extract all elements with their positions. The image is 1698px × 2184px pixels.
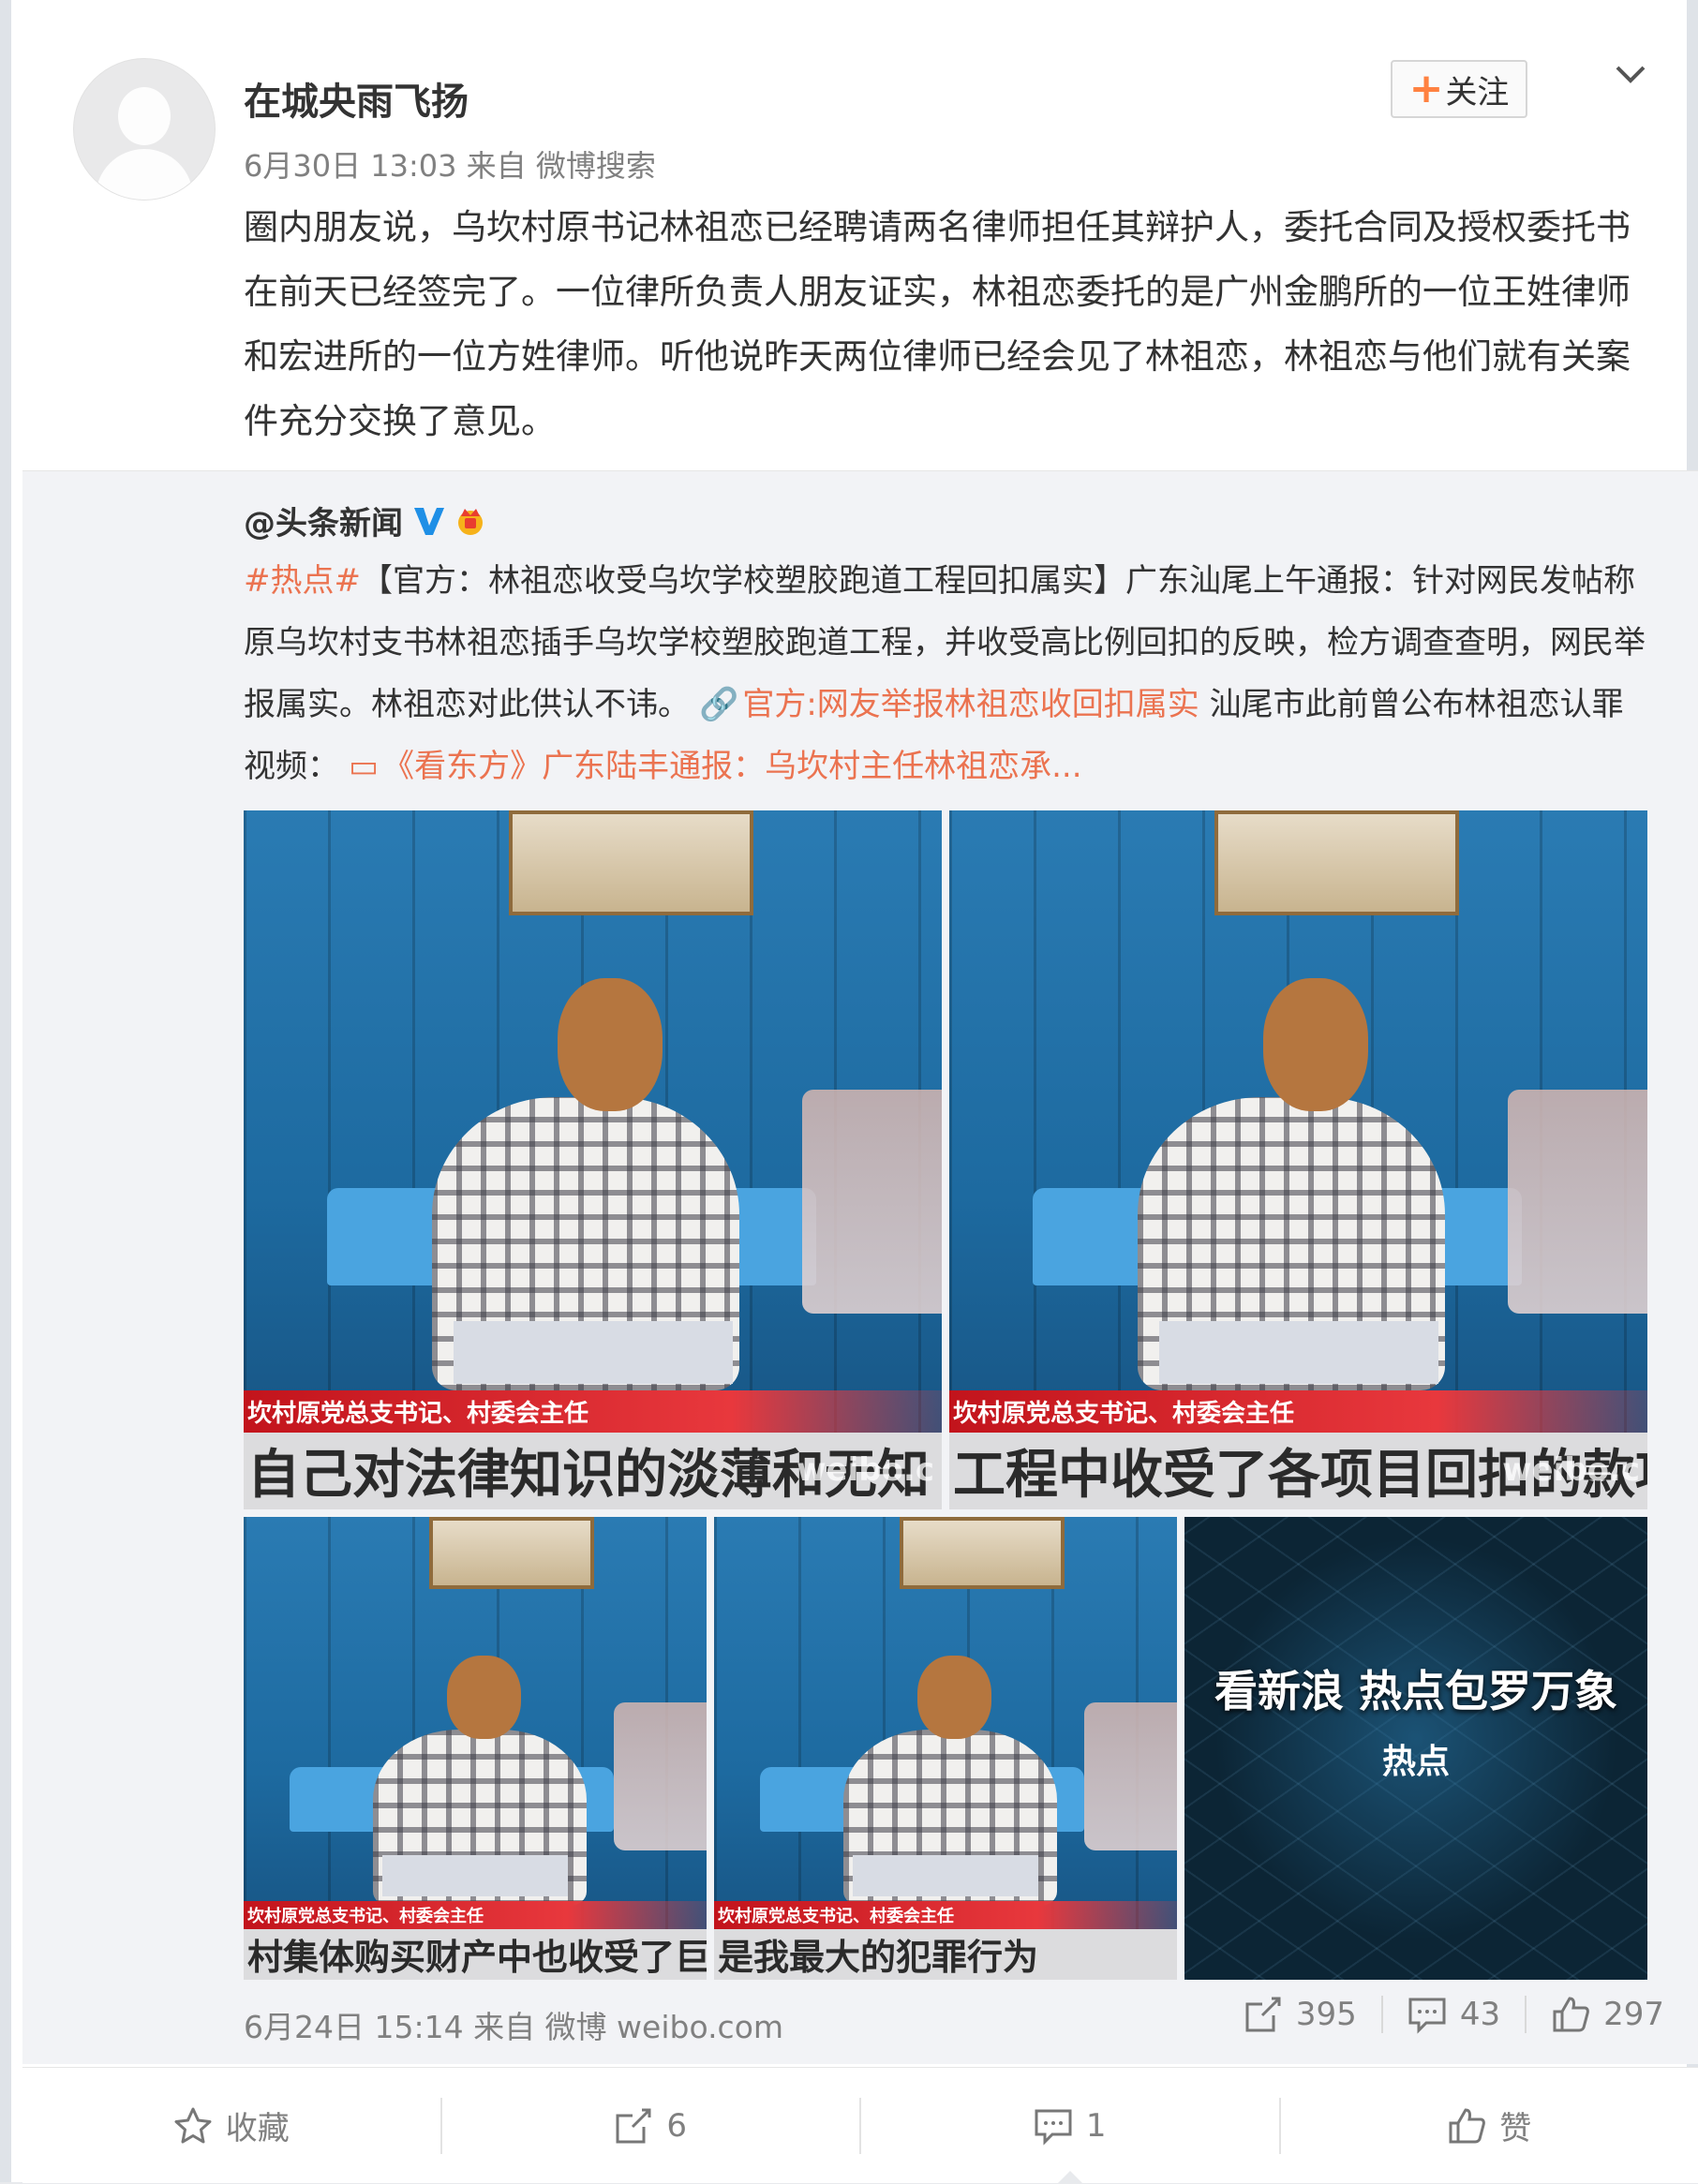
watermark: weibo.c (1502, 1451, 1640, 1489)
avatar[interactable] (73, 58, 216, 201)
weibo-post-card: 在城央雨飞扬 + 关注 6月30日 13:03 来自 微博搜索 圈内朋友说，乌坎… (0, 0, 1698, 2182)
comment-icon (1034, 2106, 1073, 2146)
star-icon (173, 2106, 213, 2146)
video-icon: ▭ (349, 748, 379, 785)
repost-stats: 395 43 297 (1219, 1995, 1664, 2034)
share-icon (1244, 1995, 1283, 2034)
plus-icon: + (1409, 68, 1444, 110)
comment-icon (1408, 1995, 1447, 2034)
verified-icon[interactable] (412, 505, 446, 537)
repost-count-button[interactable]: 395 (1219, 1995, 1381, 2034)
comment-count-button[interactable]: 43 (1383, 1995, 1525, 2034)
post-text: 圈内朋友说，乌坎村原书记林祖恋已经聘请两名律师担任其辩护人，委托合同及授权委托书… (244, 195, 1649, 453)
like-count: 297 (1603, 1996, 1664, 2033)
chevron-down-icon[interactable] (1612, 56, 1649, 94)
promo-headline: 看新浪 热点包罗万象 (1184, 1657, 1647, 1719)
favorite-button[interactable]: 收藏 (22, 2068, 440, 2183)
promo-thumbnail[interactable]: 看新浪 热点包罗万象 热点 (1184, 1517, 1647, 1980)
post-meta: 6月30日 13:03 来自 微博搜索 (244, 142, 656, 186)
like-button[interactable]: 赞 (1281, 2068, 1698, 2183)
follow-button[interactable]: + 关注 (1391, 60, 1527, 118)
favorite-label: 收藏 (226, 2102, 290, 2148)
comment-button[interactable]: 1 (861, 2068, 1279, 2183)
repost-author-row: @头条新闻 (244, 498, 487, 543)
like-count-button[interactable]: 297 (1527, 1995, 1664, 2034)
news-caption: 坎村原党总支书记、村委会主任 (244, 1901, 707, 1929)
repost-text: #热点#【官方：林祖恋收受乌坎学校塑胶跑道工程回扣属实】广东汕尾上午通报：针对网… (244, 550, 1649, 797)
repost-author[interactable]: @头条新闻 (244, 498, 403, 543)
repost-button-count: 6 (666, 2107, 687, 2145)
video-thumbnail[interactable]: 坎村原党总支书记、村委会主任 工程中收受了各项目回扣的款项 weibo.c (949, 810, 1647, 1509)
thumbs-up-icon (1551, 1995, 1590, 2034)
repost-meta: 6月24日 15:14 来自 微博 weibo.com (244, 2002, 783, 2047)
video-link[interactable]: 《看东方》广东陆丰通报：乌坎村主任林祖恋承... (382, 748, 1081, 785)
comment-count: 43 (1460, 1996, 1500, 2033)
video-thumbnail[interactable]: 坎村原党总支书记、村委会主任 是我最大的犯罪行为 (714, 1517, 1177, 1980)
news-caption: 坎村原党总支书记、村委会主任 (714, 1901, 1177, 1929)
like-label: 赞 (1499, 2102, 1531, 2148)
watermark: weibo.c (797, 1451, 934, 1489)
news-caption: 坎村原党总支书记、村委会主任 (244, 1390, 942, 1433)
repost-button[interactable]: 6 (442, 2068, 860, 2183)
share-icon (614, 2106, 653, 2146)
promo-logo: 热点 (1184, 1734, 1647, 1783)
link-icon: 🔗 (699, 686, 738, 723)
video-subtitle: 是我最大的犯罪行为 (714, 1929, 1177, 1980)
hashtag-link[interactable]: #热点# (244, 562, 361, 600)
news-caption: 坎村原党总支书记、村委会主任 (949, 1390, 1647, 1433)
vip-crown-icon[interactable] (454, 505, 487, 537)
reposted-content: @头条新闻 #热点#【官方：林祖恋收受乌坎学校塑胶跑道工程回扣属实】广东汕尾上午… (22, 470, 1698, 2064)
action-bar: 收藏 6 1 赞 (22, 2067, 1698, 2183)
comment-button-count: 1 (1086, 2107, 1107, 2145)
video-thumbnail[interactable]: 坎村原党总支书记、村委会主任 自己对法律知识的淡薄和无知 weibo.c (244, 810, 942, 1509)
article-link[interactable]: 官方:网友举报林祖恋收回扣属实 (742, 686, 1199, 723)
thumbs-up-icon (1447, 2106, 1486, 2146)
follow-label: 关注 (1445, 67, 1509, 112)
video-subtitle: 村集体购买财产中也收受了巨大的回扣 (244, 1929, 707, 1980)
username[interactable]: 在城央雨飞扬 (244, 71, 469, 126)
repost-count: 395 (1296, 1996, 1357, 2033)
video-thumbnail[interactable]: 坎村原党总支书记、村委会主任 村集体购买财产中也收受了巨大的回扣 (244, 1517, 707, 1980)
